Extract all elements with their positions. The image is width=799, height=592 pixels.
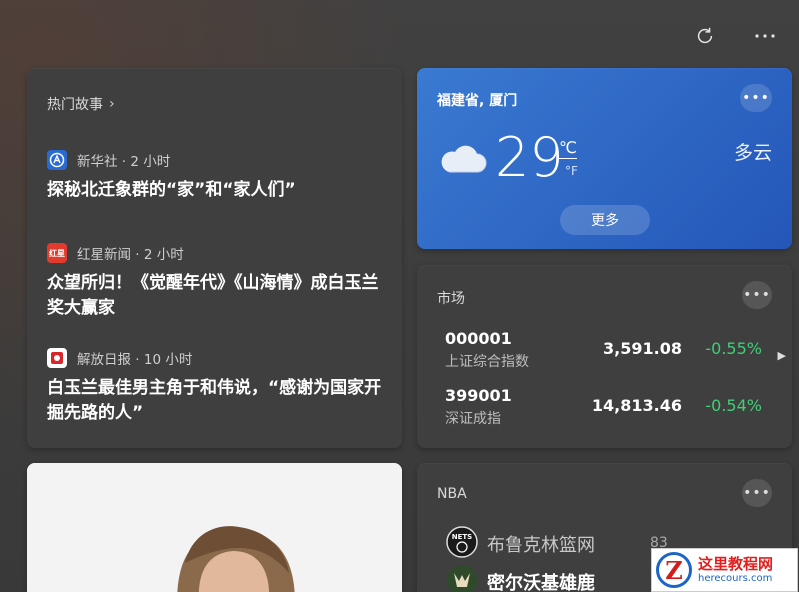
svg-text:NETS: NETS xyxy=(452,533,472,541)
story-headline[interactable]: 众望所归！《觉醒年代》《山海情》成白玉兰奖大赢家 xyxy=(47,271,386,321)
story-item[interactable]: 新华社 · 2 小时 探秘北迁象群的“家”和“家人们” xyxy=(47,150,386,203)
watermark: Z 这里教程网 herecours.com xyxy=(651,548,798,592)
market-more-options-button[interactable]: ••• xyxy=(742,281,772,309)
team-name: 布鲁克林篮网 xyxy=(487,535,595,556)
market-code: 000001 xyxy=(445,329,512,348)
top-stories-card: 热门故事 › 新华社 · 2 小时 探秘北迁象群的“家”和“家人们” 红星 红星… xyxy=(27,68,402,448)
chevron-right-icon: › xyxy=(109,96,115,112)
market-card: 市场 ••• 000001 上证综合指数 3,591.08 -0.55% 399… xyxy=(417,265,792,448)
hongxing-logo-icon: 红星 xyxy=(47,243,67,263)
story-item[interactable]: 红星 红星新闻 · 2 小时 众望所归！《觉醒年代》《山海情》成白玉兰奖大赢家 xyxy=(47,243,386,321)
story-item[interactable]: 解放日报 · 10 小时 白玉兰最佳男主角于和伟说，“感谢为国家开掘先路的人” xyxy=(47,348,386,426)
story-source-text: 解放日报 · 10 小时 xyxy=(77,352,193,368)
watermark-url: herecours.com xyxy=(698,573,773,584)
story-source-text: 新华社 · 2 小时 xyxy=(77,154,171,170)
story-source: 新华社 · 2 小时 xyxy=(47,150,386,170)
market-name: 上证综合指数 xyxy=(445,354,529,370)
top-stories-title: 热门故事 xyxy=(47,97,103,113)
story-headline[interactable]: 探秘北迁象群的“家”和“家人们” xyxy=(47,178,386,203)
person-photo xyxy=(27,463,402,592)
market-change: -0.54% xyxy=(705,396,762,415)
market-code: 399001 xyxy=(445,386,512,405)
story-headline[interactable]: 白玉兰最佳男主角于和伟说，“感谢为国家开掘先路的人” xyxy=(47,376,386,426)
weather-location: 福建省, 厦门 xyxy=(437,93,518,109)
story-source-text: 红星新闻 · 2 小时 xyxy=(77,247,184,263)
team-name: 密尔沃基雄鹿 xyxy=(487,573,595,592)
story-source: 红星 红星新闻 · 2 小时 xyxy=(47,243,386,263)
next-arrow-icon[interactable]: ▶ xyxy=(778,349,786,362)
story-source: 解放日报 · 10 小时 xyxy=(47,348,386,368)
photo-story-card[interactable] xyxy=(27,463,402,592)
weather-card[interactable]: 福建省, 厦门 ••• 29 ℃ °F 多云 更多 xyxy=(417,68,792,249)
market-title: 市场 xyxy=(437,291,465,307)
watermark-logo-icon: Z xyxy=(656,552,692,588)
celsius-unit[interactable]: ℃ xyxy=(559,138,577,159)
more-options-icon[interactable] xyxy=(751,22,779,50)
market-value: 14,813.46 xyxy=(591,396,682,415)
refresh-icon[interactable] xyxy=(691,22,719,50)
weather-condition: 多云 xyxy=(733,142,772,164)
xinhua-logo-icon xyxy=(47,150,67,170)
nba-title: NBA xyxy=(437,486,467,502)
team-row[interactable]: 密尔沃基雄鹿 xyxy=(445,563,595,592)
market-name: 深证成指 xyxy=(445,411,501,427)
nets-logo-icon: NETS xyxy=(445,525,479,563)
market-change: -0.55% xyxy=(705,339,762,358)
team-row[interactable]: NETS 布鲁克林篮网 xyxy=(445,525,595,563)
market-value: 3,591.08 xyxy=(603,339,682,358)
weather-more-button[interactable]: 更多 xyxy=(560,205,650,235)
bucks-logo-icon xyxy=(445,563,479,592)
market-row[interactable]: 399001 深证成指 14,813.46 -0.54% xyxy=(445,386,762,430)
weather-more-options-button[interactable]: ••• xyxy=(740,84,772,112)
watermark-title: 这里教程网 xyxy=(698,555,774,573)
nba-more-options-button[interactable]: ••• xyxy=(742,479,772,507)
top-toolbar xyxy=(691,22,779,50)
jiefang-logo-icon xyxy=(47,348,67,368)
weather-temperature: 29 xyxy=(495,126,564,189)
market-row[interactable]: 000001 上证综合指数 3,591.08 -0.55% xyxy=(445,329,762,373)
fahrenheit-unit[interactable]: °F xyxy=(565,164,578,178)
top-stories-header[interactable]: 热门故事 › xyxy=(47,94,115,114)
cloud-icon xyxy=(437,142,487,178)
